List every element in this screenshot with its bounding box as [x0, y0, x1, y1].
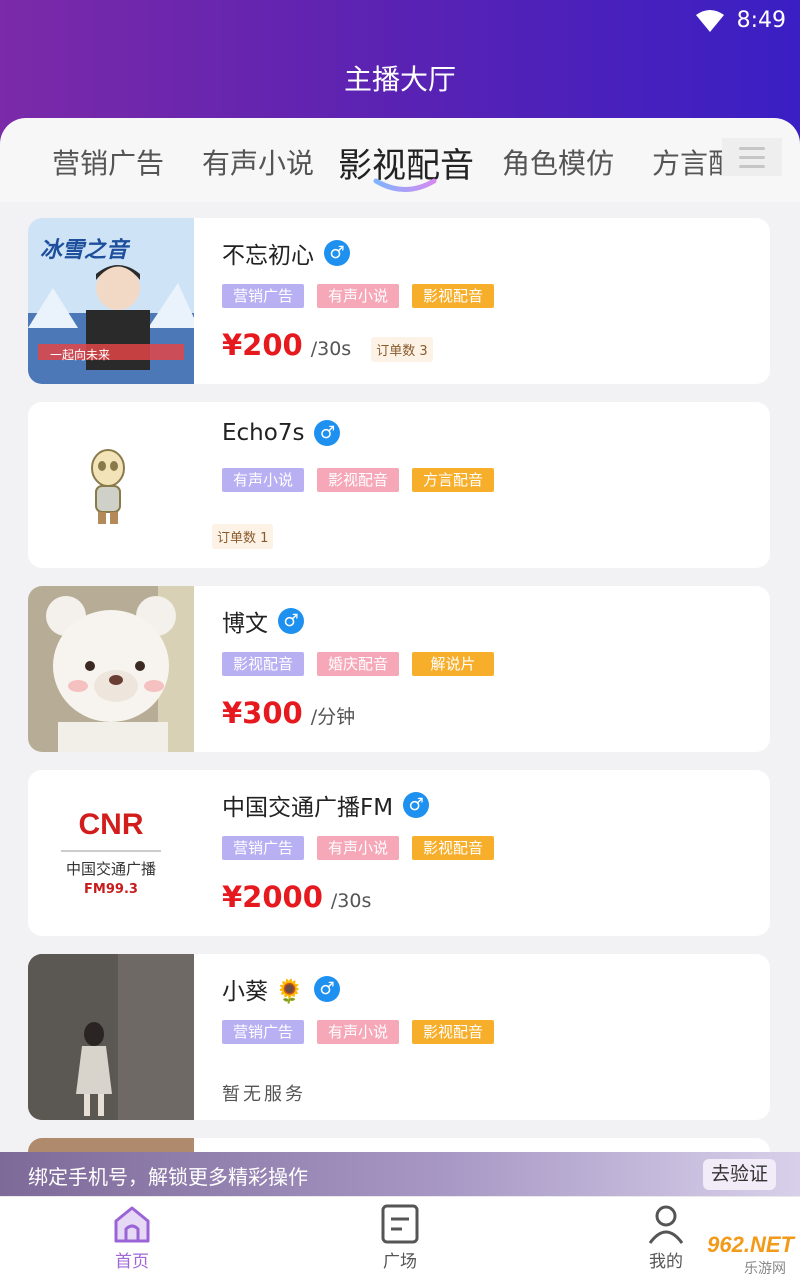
- nav-label: 首页: [115, 1252, 149, 1272]
- price: ¥200: [222, 328, 303, 362]
- nav-home[interactable]: 首页: [72, 1203, 192, 1272]
- anchor-avatar: CNR 中国交通广播 FM99.3: [28, 770, 194, 936]
- price-unit: /30s: [330, 890, 372, 912]
- tag: 有声小说: [317, 284, 399, 308]
- tag: 影视配音: [412, 1020, 494, 1044]
- anchor-card[interactable]: 冰雪之音 一起向未来 不忘初心 ♂ 营销广告 有声小说 影视配音 ¥200 /3…: [28, 218, 770, 384]
- tag: 营销广告: [222, 836, 304, 860]
- price: ¥300: [222, 696, 303, 730]
- tag: 解说片: [412, 652, 494, 676]
- anchor-card[interactable]: CNR 中国交通广播 FM99.3 中国交通广播FM ♂ 营销广告 有声小说 影…: [28, 770, 770, 936]
- tag: 影视配音: [412, 284, 494, 308]
- tag-list: 营销广告 有声小说 影视配音: [222, 1020, 494, 1044]
- tag: 有声小说: [222, 468, 304, 492]
- anchor-name: Echo7s: [222, 420, 305, 446]
- page-title: 主播大厅: [343, 63, 456, 96]
- poster-title: 冰雪之音: [40, 238, 129, 263]
- cnr-logo: CNR: [78, 808, 144, 841]
- tag: 影视配音: [317, 468, 399, 492]
- male-icon: ♂: [403, 792, 430, 818]
- male-icon: ♂: [278, 608, 304, 634]
- male-icon: ♂: [314, 420, 341, 446]
- tag-list: 营销广告 有声小说 影视配音: [222, 284, 494, 308]
- tag: 方言配音: [412, 468, 494, 492]
- order-count: 订单数 3: [371, 337, 433, 362]
- tab-role-imitation[interactable]: 角色模仿: [502, 142, 614, 182]
- cnr-subtitle: 中国交通广播: [65, 860, 156, 878]
- male-icon: ♂: [313, 976, 340, 1002]
- verify-button[interactable]: 去验证: [702, 1159, 776, 1190]
- tag: 有声小说: [317, 1020, 399, 1044]
- male-icon: ♂: [324, 240, 350, 266]
- no-service-text: 暂无服务: [222, 1084, 306, 1105]
- bind-phone-banner: 绑定手机号，解锁更多精彩操作 去验证: [0, 1152, 800, 1196]
- tag: 有声小说: [317, 836, 399, 860]
- tag: 影视配音: [222, 652, 304, 676]
- wifi-icon: [695, 9, 724, 32]
- anchor-card[interactable]: 小葵 🌻 ♂ 营销广告 有声小说 影视配音 暂无服务: [28, 954, 770, 1120]
- anchor-avatar: [28, 1138, 194, 1152]
- status-time: 8:49: [736, 8, 786, 33]
- price-unit: /分钟: [310, 706, 356, 728]
- order-count: 订单数 1: [212, 524, 274, 549]
- anchor-name: 小葵 🌻: [222, 979, 304, 1005]
- anchor-avatar: [28, 586, 194, 752]
- anchor-name: 不忘初心: [222, 243, 314, 269]
- anchor-name: 博文: [222, 611, 268, 637]
- anchor-name: 中国交通广播FM: [222, 795, 394, 821]
- watermark-logo: 962.NET 乐游网: [707, 1232, 794, 1277]
- anchor-card[interactable]: Echo7s ♂ 有声小说 影视配音 方言配音 订单数 1: [28, 402, 770, 568]
- price-unit: /30s: [310, 338, 352, 360]
- tag-list: 影视配音 婚庆配音 解说片: [222, 652, 494, 676]
- tag: 营销广告: [222, 1020, 304, 1044]
- tab-marketing[interactable]: 营销广告: [52, 142, 164, 182]
- active-tab-indicator: [373, 178, 437, 192]
- anchor-list: 冰雪之音 一起向未来 不忘初心 ♂ 营销广告 有声小说 影视配音 ¥200 /3…: [0, 202, 800, 1152]
- tag: 影视配音: [412, 836, 494, 860]
- tab-audiobook[interactable]: 有声小说: [202, 142, 314, 182]
- nav-label: 广场: [383, 1252, 417, 1272]
- tag-list: 营销广告 有声小说 影视配音: [222, 836, 494, 860]
- category-tabs: 营销广告 有声小说 影视配音 角色模仿 方言配: [0, 118, 800, 202]
- poster-caption: 一起向未来: [50, 348, 111, 362]
- anchor-avatar: [28, 954, 194, 1120]
- tag-list: 有声小说 影视配音 方言配音: [222, 468, 494, 492]
- banner-text: 绑定手机号，解锁更多精彩操作: [28, 1165, 308, 1189]
- home-icon: [114, 1206, 150, 1243]
- anchor-avatar: 冰雪之音 一起向未来: [28, 218, 194, 384]
- anchor-card[interactable]: [28, 1138, 770, 1152]
- nav-square[interactable]: 广场: [340, 1203, 460, 1272]
- price: ¥2000: [222, 880, 323, 914]
- square-icon: [381, 1204, 419, 1244]
- tag: 营销广告: [222, 284, 304, 308]
- tag: 婚庆配音: [317, 652, 399, 676]
- status-bar: 8:49: [695, 8, 786, 33]
- cnr-frequency: FM99.3: [84, 882, 138, 897]
- anchor-card[interactable]: 博文 ♂ 影视配音 婚庆配音 解说片 ¥300 /分钟: [28, 586, 770, 752]
- menu-icon[interactable]: [722, 138, 782, 176]
- anchor-avatar: [28, 402, 194, 568]
